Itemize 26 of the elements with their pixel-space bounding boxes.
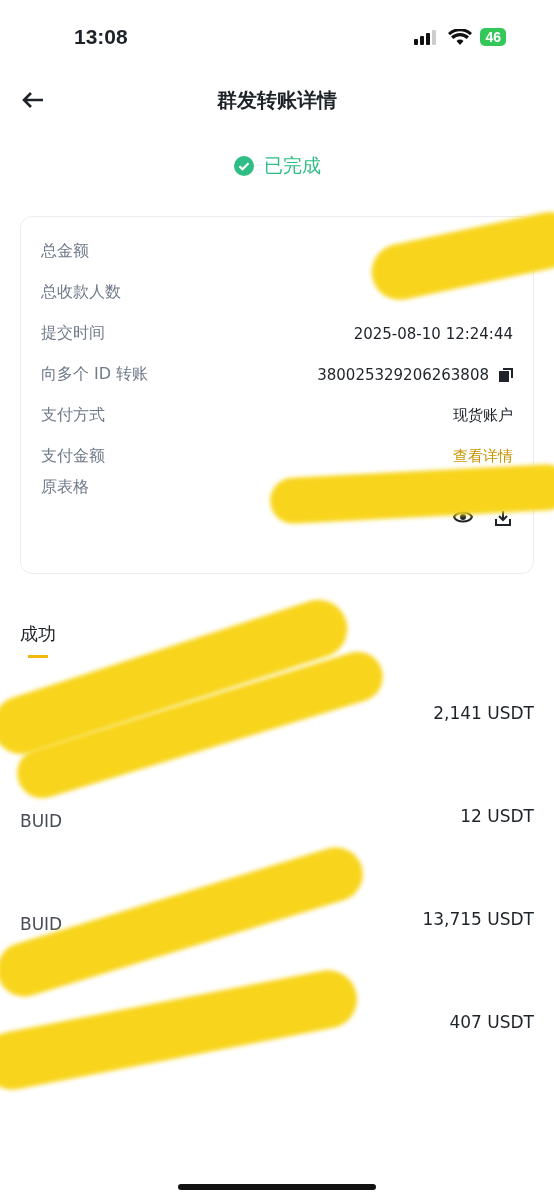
recipient-amount: 407 USDT (449, 1011, 534, 1032)
recipient-amount: 13,715 USDT (422, 908, 534, 929)
recipient-id: BUID (20, 913, 63, 934)
recipient-amount: 2,141 USDT (433, 702, 534, 723)
status-label: 已完成 (263, 153, 321, 178)
detail-label: 总金额 (41, 241, 89, 262)
detail-label: 支付方式 (41, 405, 105, 426)
status-time: 13:08 (74, 25, 128, 49)
detail-label: 支付金额 (41, 446, 105, 467)
wifi-icon (448, 28, 473, 46)
recipient-amount: 12 USDT (460, 805, 534, 826)
page-title: 群发转账详情 (217, 86, 337, 114)
detail-label: 原表格 (41, 477, 89, 498)
detail-label: 提交时间 (41, 323, 105, 344)
detail-value: 380025329206263808 (317, 365, 489, 384)
back-arrow-icon[interactable] (22, 92, 44, 108)
success-tab[interactable]: 成功 (20, 622, 56, 661)
detail-value: 2025-08-10 12:24:44 (353, 324, 513, 343)
download-icon[interactable] (495, 510, 511, 526)
detail-value: 现货账户 (453, 406, 513, 425)
detail-label: 向多个 ID 转账 (41, 364, 149, 385)
battery-indicator: 46 (480, 28, 506, 46)
copy-icon[interactable] (499, 367, 513, 382)
check-circle-icon (233, 156, 254, 176)
detail-label: 总收款人数 (41, 282, 121, 303)
recipient-id: BUID (20, 810, 63, 831)
